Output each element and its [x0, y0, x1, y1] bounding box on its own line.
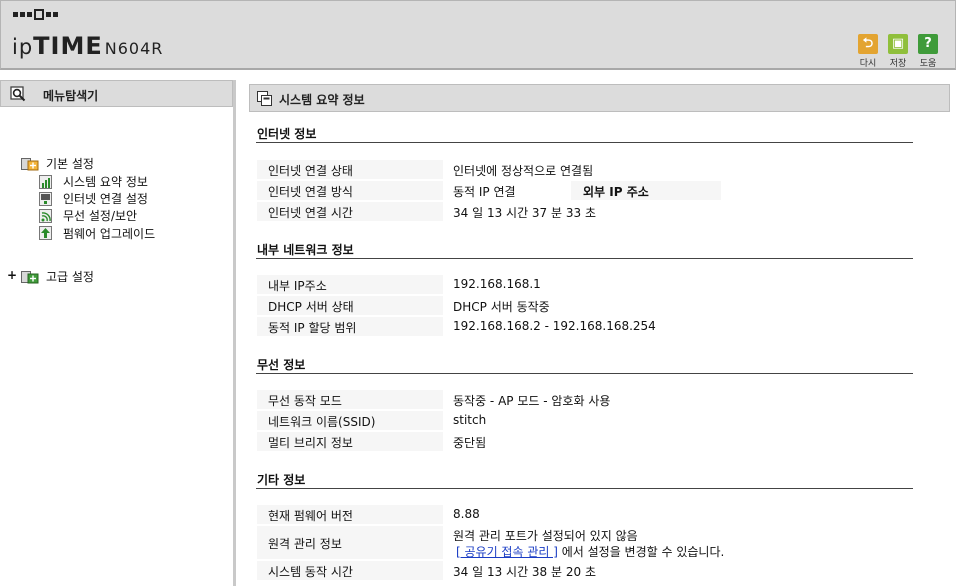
table-row: 시스템 동작 시간 34 일 13 시간 38 분 20 초 [257, 561, 913, 581]
save-button[interactable]: ▣ 저장 [883, 34, 913, 69]
table-row: 무선 동작 모드 동작중 - AP 모드 - 암호화 사용 [257, 390, 913, 410]
menu-group-advanced-settings[interactable]: 고급 설정 [46, 268, 94, 285]
table-row: 현재 펌웨어 버전 8.88 [257, 505, 913, 525]
remote-admin-link[interactable]: [ 공유기 접속 관리 ] [456, 545, 558, 559]
menu-explorer: 메뉴탐색기 기본 설정 시스템 요약 정보 인터넷 연결 설정 무선 설정/보안 [0, 80, 236, 586]
table-row: 동적 IP 할당 범위 192.168.168.2 - 192.168.168.… [257, 317, 913, 337]
section-divider [256, 373, 913, 374]
table-row: 내부 IP주소 192.168.168.1 [257, 275, 913, 295]
menu-item-system-summary[interactable]: 시스템 요약 정보 [63, 173, 148, 190]
page-title: 시스템 요약 정보 [279, 93, 365, 107]
chart-icon [39, 175, 52, 189]
search-icon [10, 86, 26, 102]
table-row: 원격 관리 정보 원격 관리 포트가 설정되어 있지 않음 [ 공유기 접속 관… [257, 526, 913, 560]
undo-icon: ⮌ [858, 34, 878, 54]
table-row: DHCP 서버 상태 DHCP 서버 동작중 [257, 296, 913, 316]
external-ip-label-cell: 외부 IP 주소 [571, 181, 721, 200]
section-title-misc: 기타 정보 [257, 473, 306, 487]
expand-toggle-icon[interactable]: + [7, 268, 17, 282]
help-button[interactable]: ? 도움 [913, 34, 943, 69]
help-icon: ? [918, 34, 938, 54]
folder-closed-icon [21, 271, 39, 284]
menu-item-wireless-security[interactable]: 무선 설정/보안 [63, 207, 137, 224]
brand-logo-mark [13, 9, 58, 20]
section-divider [256, 258, 913, 259]
section-divider [256, 142, 913, 143]
table-row: 멀티 브리지 정보 중단됨 [257, 432, 913, 452]
section-title-lan: 내부 네트워크 정보 [257, 243, 354, 257]
section-divider [256, 488, 913, 489]
menu-item-firmware-upgrade[interactable]: 펌웨어 업그레이드 [63, 225, 155, 242]
monitor-icon [39, 192, 52, 206]
menu-group-basic-settings[interactable]: 기본 설정 [46, 155, 94, 172]
upgrade-icon [39, 226, 52, 240]
table-row: 인터넷 연결 시간 34 일 13 시간 37 분 33 초 [257, 202, 913, 222]
system-summary-panel: 시스템 요약 정보 인터넷 정보 인터넷 연결 상태 인터넷에 정상적으로 연결… [249, 84, 950, 586]
wireless-icon [39, 209, 52, 223]
folder-open-icon [21, 158, 39, 171]
menu-explorer-header: 메뉴탐색기 [0, 80, 233, 107]
menu-explorer-title: 메뉴탐색기 [43, 89, 99, 103]
undo-button[interactable]: ⮌ 다시 [853, 34, 883, 69]
windows-icon [257, 91, 272, 106]
app-header: ipTIME N604R ⮌ 다시 ▣ 저장 ? 도움 [0, 0, 956, 70]
menu-item-internet-setup[interactable]: 인터넷 연결 설정 [63, 190, 148, 207]
table-row: 인터넷 연결 방식 동적 IP 연결 외부 IP 주소 [257, 181, 913, 201]
table-row: 네트워크 이름(SSID) stitch [257, 411, 913, 431]
section-title-wireless: 무선 정보 [257, 358, 306, 372]
brand-logo: ipTIME N604R [12, 32, 164, 60]
section-title-internet: 인터넷 정보 [257, 127, 317, 141]
save-icon: ▣ [888, 34, 908, 54]
table-row: 인터넷 연결 상태 인터넷에 정상적으로 연결됨 [257, 160, 913, 180]
content-header: 시스템 요약 정보 [249, 84, 950, 112]
